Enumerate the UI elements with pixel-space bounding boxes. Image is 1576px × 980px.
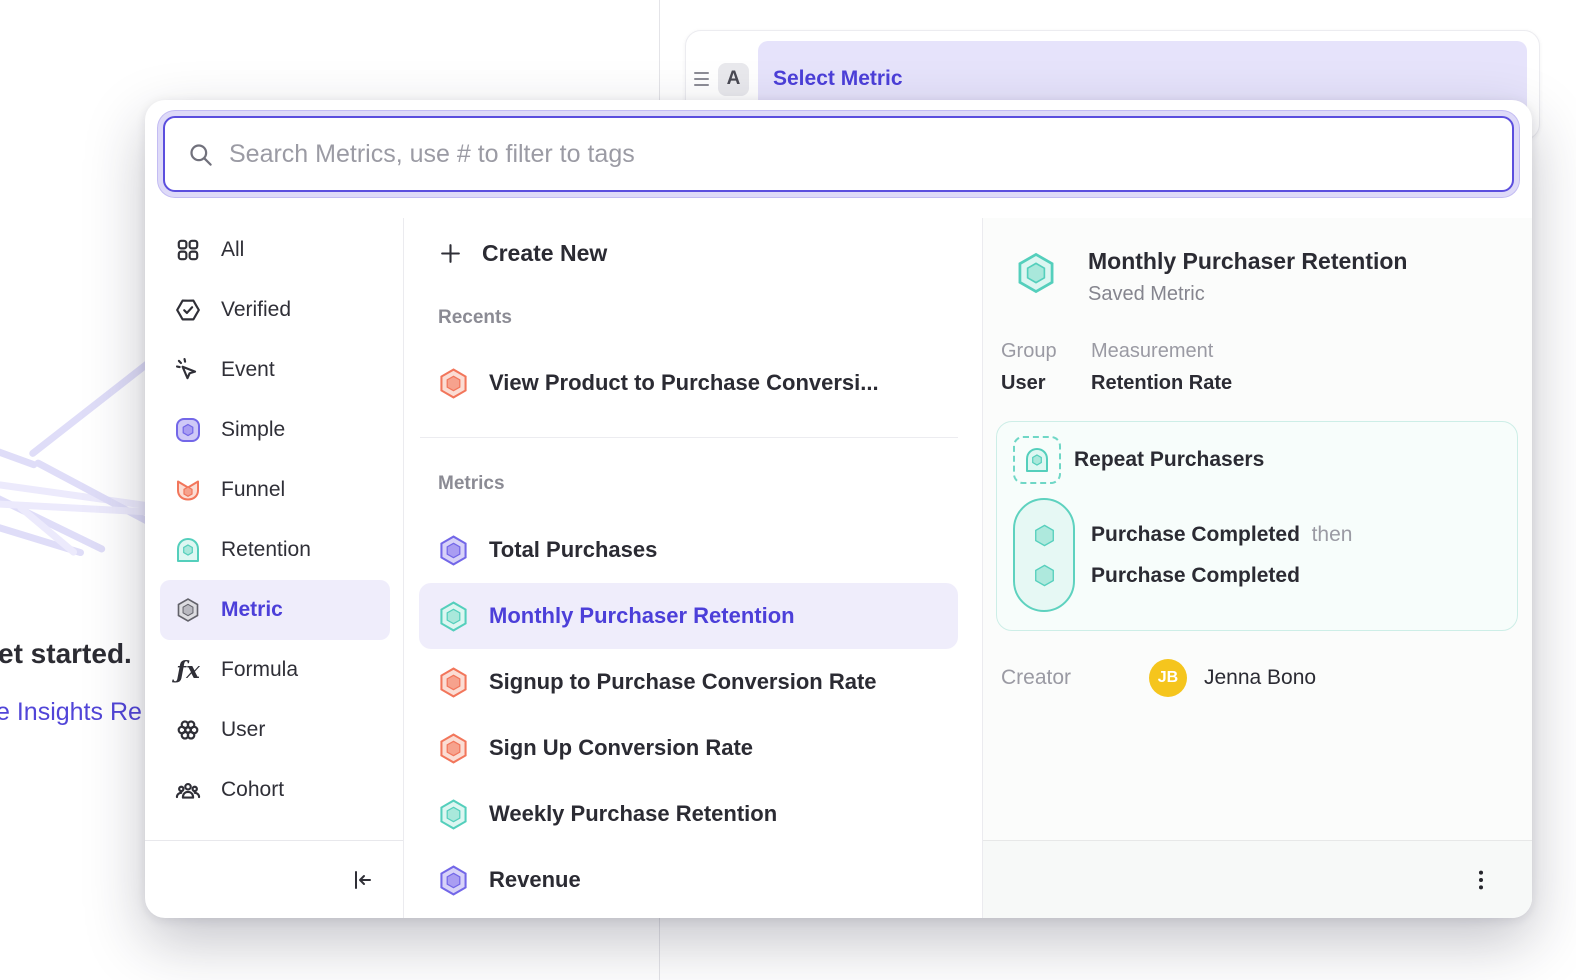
sidebar-item-label: Retention xyxy=(221,538,311,562)
collapse-sidebar-icon[interactable] xyxy=(351,868,375,892)
plus-icon xyxy=(438,241,463,266)
sidebar-item-label: Event xyxy=(221,358,275,382)
definition-step2: Purchase Completed xyxy=(1091,564,1352,588)
background-link-partial[interactable]: e Insights Re xyxy=(0,698,142,727)
measurement-label: Measurement xyxy=(1091,340,1232,363)
recents-section-label: Recents xyxy=(404,286,982,350)
group-label: Group xyxy=(1001,340,1091,363)
sidebar-item-user[interactable]: User xyxy=(160,700,390,760)
metric-row-signup-to-purchase-conversion-rate[interactable]: Signup to Purchase Conversion Rate xyxy=(419,649,958,715)
sidebar-item-label: Formula xyxy=(221,658,298,682)
metric-row-monthly-purchaser-retention[interactable]: Monthly Purchaser Retention xyxy=(419,583,958,649)
measurement-value: Retention Rate xyxy=(1091,372,1232,395)
metrics-section-label: Metrics xyxy=(404,474,982,493)
recent-metric-row-view-product-to-purchase-conversi[interactable]: View Product to Purchase Conversi... xyxy=(419,350,958,416)
event-cursor-icon xyxy=(174,355,202,385)
simple-icon xyxy=(174,415,202,445)
group-value: User xyxy=(1001,372,1091,395)
definition-step1: Purchase Completed xyxy=(1091,523,1300,546)
creator-label: Creator xyxy=(1001,666,1149,690)
cohort-definition-icon xyxy=(1013,436,1061,484)
verified-badge-icon xyxy=(174,295,202,325)
metric-row-total-purchases[interactable]: Total Purchases xyxy=(419,517,958,583)
sidebar-item-label: Cohort xyxy=(221,778,284,802)
metric-row-label: Signup to Purchase Conversion Rate xyxy=(489,669,877,695)
sidebar-item-cohort[interactable]: Cohort xyxy=(160,760,390,820)
sidebar-item-all[interactable]: All xyxy=(160,220,390,280)
retention-icon xyxy=(174,535,202,565)
sidebar-item-funnel[interactable]: Funnel xyxy=(160,460,390,520)
user-icon xyxy=(174,715,202,745)
creator-row: Creator JB Jenna Bono xyxy=(996,659,1518,697)
sidebar-item-retention[interactable]: Retention xyxy=(160,520,390,580)
create-new-label: Create New xyxy=(482,240,607,267)
metric-row-label: Revenue xyxy=(489,867,581,893)
step-badge: A xyxy=(718,63,749,96)
metric-definition-card: Repeat Purchasers xyxy=(996,421,1518,631)
metric-hexagon-icon xyxy=(1014,250,1058,296)
event-hexagon-icon xyxy=(1031,561,1058,590)
create-new-button[interactable]: Create New xyxy=(404,220,982,286)
detail-title: Monthly Purchaser Retention xyxy=(1088,248,1407,275)
category-list: All Verified Event Simple Funnel xyxy=(145,218,403,840)
metric-row-label: Weekly Purchase Retention xyxy=(489,801,777,827)
sidebar-item-label: Simple xyxy=(221,418,285,442)
recent-metric-label: View Product to Purchase Conversi... xyxy=(489,370,879,396)
metric-picker-modal: All Verified Event Simple Funnel xyxy=(145,100,1532,918)
teal-hexagon-icon xyxy=(437,797,470,832)
sidebar-item-label: All xyxy=(221,238,244,262)
metric-meta: Group User Measurement Retention Rate xyxy=(996,340,1518,395)
metrics-list: Total Purchases Monthly Purchaser Retent… xyxy=(404,517,982,913)
sidebar-item-label: Verified xyxy=(221,298,291,322)
grid-icon xyxy=(174,235,202,265)
search-icon xyxy=(187,141,214,168)
metric-row-sign-up-conversion-rate[interactable]: Sign Up Conversion Rate xyxy=(419,715,958,781)
cohort-icon xyxy=(174,775,202,805)
creator-name: Jenna Bono xyxy=(1204,666,1316,690)
sidebar-item-label: Funnel xyxy=(221,478,285,502)
sidebar-item-metric[interactable]: Metric xyxy=(160,580,390,640)
orange-hexagon-icon xyxy=(437,731,470,766)
section-divider xyxy=(420,437,958,438)
purple-hexagon-icon xyxy=(437,863,470,898)
metric-list-panel: Create New Recents View Product to Purch… xyxy=(403,218,983,918)
detail-footer xyxy=(983,840,1532,918)
metric-detail-panel: Monthly Purchaser Retention Saved Metric… xyxy=(983,218,1532,918)
category-sidebar: All Verified Event Simple Funnel xyxy=(145,218,403,918)
recents-list: View Product to Purchase Conversi... xyxy=(404,350,982,416)
definition-name: Repeat Purchasers xyxy=(1074,448,1264,472)
sidebar-footer xyxy=(145,840,403,918)
metric-row-weekly-purchase-retention[interactable]: Weekly Purchase Retention xyxy=(419,781,958,847)
search-bar[interactable] xyxy=(163,116,1514,192)
funnel-icon xyxy=(174,475,202,505)
metric-row-label: Sign Up Conversion Rate xyxy=(489,735,753,761)
metric-row-revenue[interactable]: Revenue xyxy=(419,847,958,913)
orange-hexagon-icon xyxy=(437,366,470,401)
search-input[interactable] xyxy=(229,140,1490,169)
select-metric-label: Select Metric xyxy=(773,67,903,91)
teal-hexagon-icon xyxy=(437,599,470,634)
metric-row-label: Total Purchases xyxy=(489,537,657,563)
more-options-icon[interactable] xyxy=(1470,867,1492,893)
creator-avatar: JB xyxy=(1149,659,1187,697)
metric-row-label: Monthly Purchaser Retention xyxy=(489,603,795,629)
sidebar-item-verified[interactable]: Verified xyxy=(160,280,390,340)
sidebar-item-label: Metric xyxy=(221,598,283,622)
purple-hexagon-icon xyxy=(437,533,470,568)
formula-icon: ƒx xyxy=(174,655,202,685)
event-sequence-capsule xyxy=(1013,498,1075,612)
drag-handle-icon[interactable] xyxy=(694,72,709,86)
sidebar-item-simple[interactable]: Simple xyxy=(160,400,390,460)
sidebar-item-formula[interactable]: ƒx Formula xyxy=(160,640,390,700)
orange-hexagon-icon xyxy=(437,665,470,700)
background-heading-partial: et started. xyxy=(0,638,132,670)
event-hexagon-icon xyxy=(1031,521,1058,550)
metric-icon xyxy=(174,595,202,625)
sidebar-item-event[interactable]: Event xyxy=(160,340,390,400)
sidebar-item-label: User xyxy=(221,718,265,742)
detail-subtitle: Saved Metric xyxy=(1088,283,1407,306)
